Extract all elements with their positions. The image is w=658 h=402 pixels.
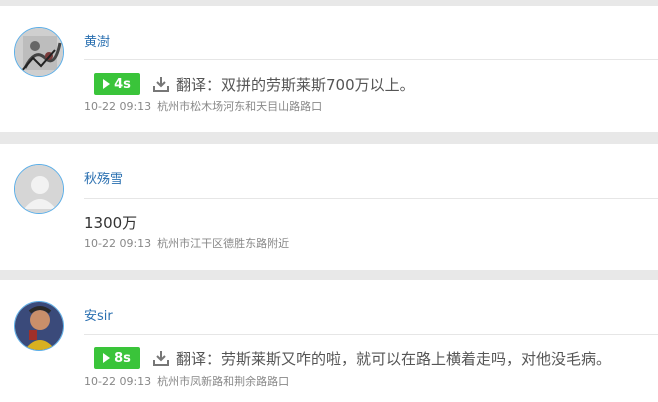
post-location: 杭州市江干区德胜东路附近 (157, 237, 290, 250)
post-meta: 10-22 09:13 杭州市松木场河东和天目山路路口 (84, 98, 322, 114)
play-audio-button[interactable]: 8s (94, 347, 140, 369)
post-card: 秋殇雪 1300万 10-22 09:13 杭州市江干区德胜东路附近 (0, 144, 658, 270)
avatar[interactable] (14, 27, 64, 77)
post-meta: 10-22 09:13 杭州市凤新路和荆余路路口 (84, 373, 289, 389)
play-icon (103, 353, 111, 363)
post-location: 杭州市凤新路和荆余路路口 (157, 375, 290, 388)
audio-duration: 4s (114, 76, 131, 92)
translation-text: 翻译：劳斯莱斯又咋的啦，就可以在路上横着走吗，对他没毛病。 (176, 350, 612, 368)
download-icon[interactable] (152, 75, 170, 93)
audio-duration: 8s (114, 350, 131, 366)
play-icon (103, 79, 111, 89)
post-time: 10-22 09:13 (84, 237, 152, 250)
avatar-image (15, 302, 63, 350)
play-audio-button[interactable]: 4s (94, 73, 140, 95)
username[interactable]: 安sir (84, 305, 113, 324)
post-text: 1300万 (84, 214, 138, 232)
username[interactable]: 秋殇雪 (84, 168, 123, 187)
divider (84, 59, 658, 60)
post-card: 安sir 8s 翻译：劳斯莱斯又咋的啦，就可以在路上横着走吗，对他没毛病。 10… (0, 280, 658, 402)
post-card: 黄澍 4s 翻译：双拼的劳斯莱斯700万以上。 10-22 09:13 杭州市松木… (0, 6, 658, 132)
avatar[interactable] (14, 164, 64, 214)
default-avatar-icon (15, 165, 63, 213)
translation-text: 翻译：双拼的劳斯莱斯700万以上。 (176, 76, 415, 94)
post-time: 10-22 09:13 (84, 100, 152, 113)
avatar-image (15, 28, 63, 76)
divider (84, 198, 658, 199)
download-icon[interactable] (152, 349, 170, 367)
post-meta: 10-22 09:13 杭州市江干区德胜东路附近 (84, 235, 289, 251)
divider (84, 334, 658, 335)
username[interactable]: 黄澍 (84, 31, 110, 50)
avatar[interactable] (14, 301, 64, 351)
post-location: 杭州市松木场河东和天目山路路口 (157, 100, 323, 113)
post-time: 10-22 09:13 (84, 375, 152, 388)
